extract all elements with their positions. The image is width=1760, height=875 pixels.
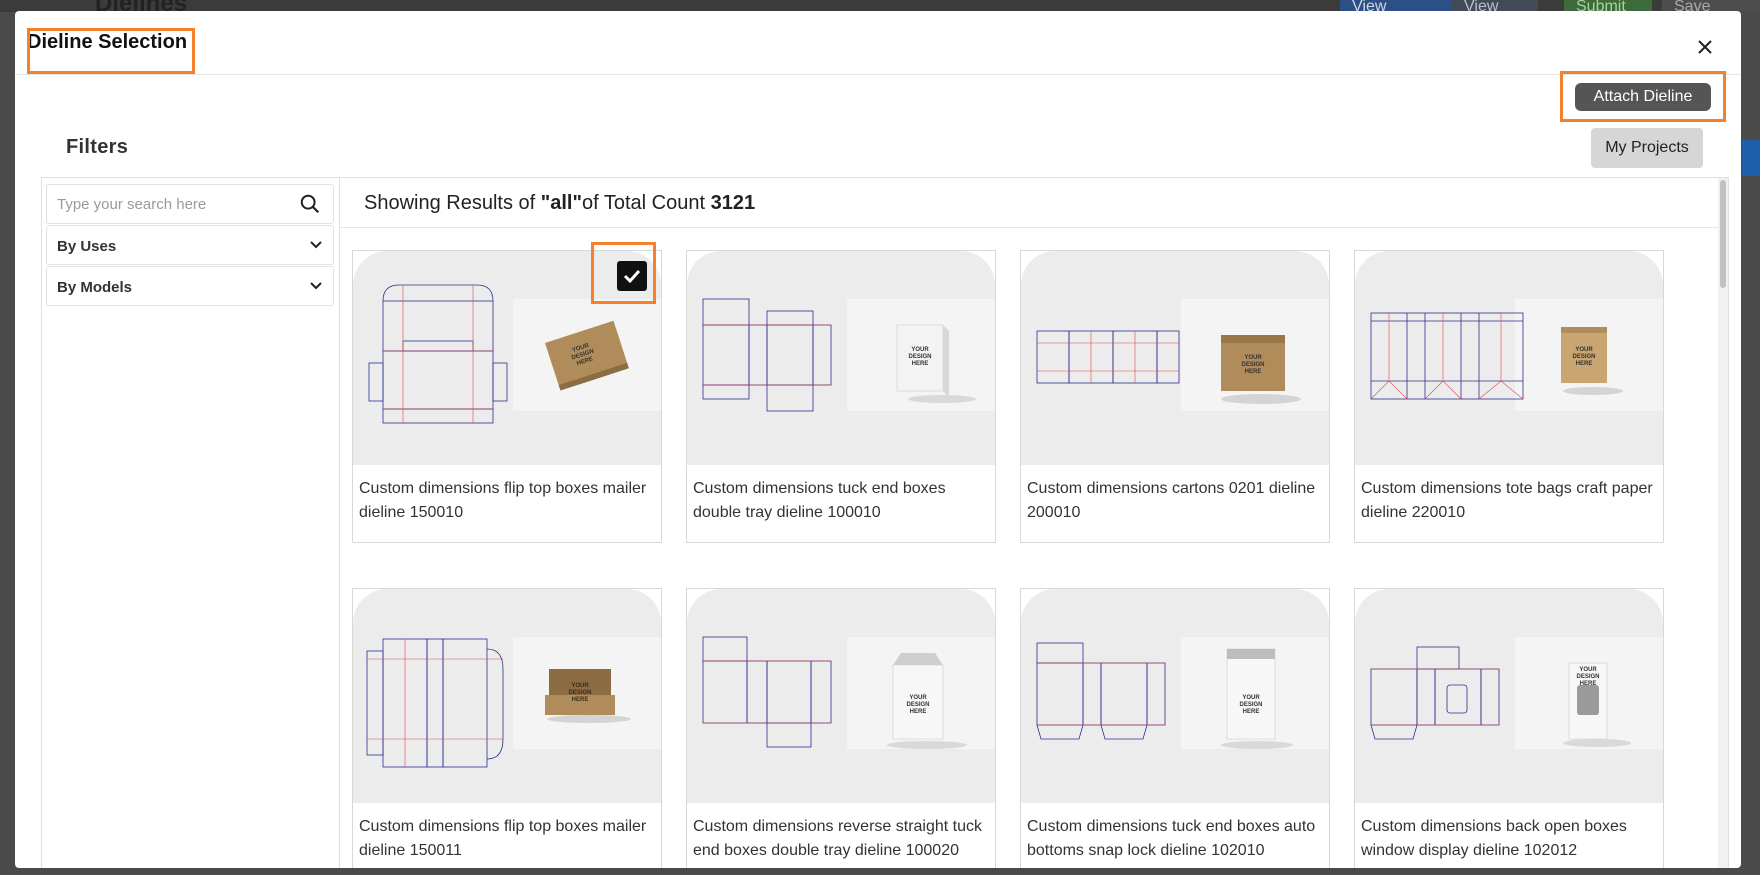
title-highlight — [27, 28, 195, 74]
product-label: Custom dimensions tote bags craft paper … — [1361, 480, 1653, 521]
results-query: "all" — [540, 192, 582, 214]
my-projects-button[interactable]: My Projects — [1591, 128, 1703, 168]
mockup-text: YOUR DESIGN HERE — [1576, 667, 1600, 687]
dieline-drawing — [1370, 312, 1623, 400]
dieline-drawing — [1370, 646, 1631, 747]
product-image: YOUR DESIGN HERE — [1355, 589, 1663, 803]
product-label: Custom dimensions flip top boxes mailer … — [359, 818, 647, 859]
close-button[interactable] — [1693, 35, 1717, 59]
results-panel: Showing Results of "all"of Total Count 3… — [339, 177, 1729, 868]
search-icon[interactable] — [299, 193, 321, 215]
results-prefix: Showing Results of — [364, 192, 541, 214]
product-label: Custom dimensions flip top boxes mailer … — [359, 480, 647, 521]
product-card[interactable]: YOUR DESIGN HERE Custom dimensions rever… — [686, 588, 996, 868]
product-card[interactable]: YOUR DESIGN HERE Custom dimensions flip … — [352, 588, 662, 868]
scrollbar-thumb[interactable] — [1720, 180, 1726, 288]
product-card[interactable]: YOUR DESIGN HERE Custom dimensions tuck … — [1020, 588, 1330, 868]
product-image: YOUR DESIGN HERE — [353, 589, 661, 803]
dieline-drawing — [1036, 330, 1301, 404]
filter-panel: By Uses By Models — [41, 177, 339, 868]
background-edit-tab — [1742, 140, 1760, 176]
chevron-down-icon — [310, 241, 322, 249]
mockup-text: YOUR DESIGN HERE — [906, 695, 930, 715]
accordion-by-models[interactable]: By Models — [46, 266, 334, 306]
mockup-text: YOUR DESIGN HERE — [568, 683, 592, 703]
mockup-text: YOUR DESIGN HERE — [1572, 347, 1596, 367]
product-label: Custom dimensions back open boxes window… — [1361, 818, 1627, 859]
product-card[interactable]: YOUR DESIGN HERE Custom dimensions tote … — [1354, 250, 1664, 543]
close-icon — [1698, 40, 1712, 54]
dieline-selection-modal: Dieline Selection Attach Dieline Filters… — [15, 11, 1741, 868]
mockup-text: YOUR DESIGN HERE — [1241, 355, 1265, 375]
dieline-drawing — [366, 638, 631, 768]
search-input[interactable] — [47, 185, 287, 223]
results-count: 3121 — [710, 192, 756, 214]
product-image: YOUR DESIGN HERE — [1021, 251, 1329, 465]
product-label: Custom dimensions tuck end boxes auto bo… — [1027, 818, 1316, 859]
product-label: Custom dimensions cartons 0201 dieline 2… — [1027, 480, 1316, 521]
results-summary: Showing Results of "all"of Total Count 3… — [340, 178, 1724, 228]
product-image: YOUR DESIGN HERE — [1021, 589, 1329, 803]
mockup-text: YOUR DESIGN HERE — [1239, 695, 1263, 715]
checkbox-highlight — [591, 242, 656, 304]
search-box — [46, 184, 334, 224]
results-scrollbar[interactable] — [1718, 178, 1728, 868]
results-middle: of Total Count — [581, 192, 711, 214]
mockup-text: YOUR DESIGN HERE — [908, 347, 932, 367]
product-image: YOUR DESIGN HERE — [687, 589, 995, 803]
accordion-label: By Models — [57, 279, 133, 296]
product-card[interactable]: YOUR DESIGN HERE Custom dimensions tuck … — [686, 250, 996, 543]
product-label: Custom dimensions reverse straight tuck … — [693, 818, 982, 859]
product-card[interactable]: YOUR DESIGN HERE Custom dimensions carto… — [1020, 250, 1330, 543]
chevron-down-icon — [310, 282, 322, 290]
dieline-drawing — [702, 298, 976, 412]
product-card[interactable]: YOUR DESIGN HERE Custom dimensions back … — [1354, 588, 1664, 868]
attach-button-highlight — [1560, 71, 1726, 122]
dieline-drawing — [702, 636, 967, 749]
product-image: YOUR DESIGN HERE — [1355, 251, 1663, 465]
accordion-label: By Uses — [57, 238, 117, 255]
accordion-by-uses[interactable]: By Uses — [46, 225, 334, 265]
modal-header: Dieline Selection — [15, 11, 1741, 75]
product-label: Custom dimensions tuck end boxes double … — [693, 480, 946, 521]
dieline-drawing — [1036, 642, 1293, 749]
filters-heading: Filters — [66, 136, 129, 158]
product-image: YOUR DESIGN HERE — [687, 251, 995, 465]
